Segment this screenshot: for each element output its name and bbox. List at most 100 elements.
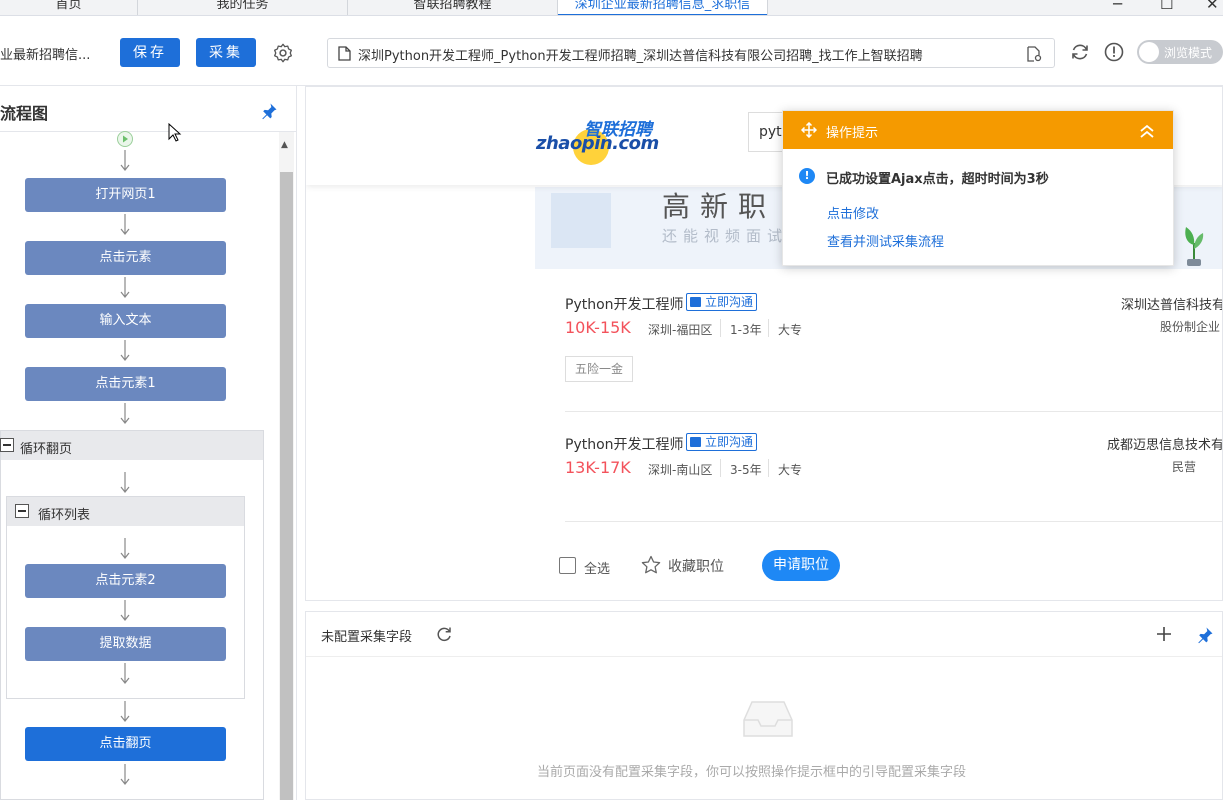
job-salary: 13K-17K (565, 458, 631, 477)
flow-arrow-icon (120, 701, 130, 722)
flow-node-click-element1[interactable]: 点击元素1 (25, 367, 226, 401)
loop-page-label: 循环翻页 (20, 442, 73, 457)
flow-panel-header: 流程图 (0, 86, 296, 132)
banner-heading: 高新职 (662, 190, 777, 223)
collect-button[interactable]: 采集 (196, 38, 256, 67)
start-icon (117, 131, 133, 147)
meta-separator (720, 319, 721, 337)
save-button[interactable]: 保存 (120, 38, 180, 67)
plant-icon (1185, 227, 1204, 266)
toolbar: 业最新招聘信... 保存 采集 深圳Python开发工程师_Python开发工程… (0, 16, 1223, 86)
url-bar[interactable]: 深圳Python开发工程师_Python开发工程师招聘_深圳达普信科技有限公司招… (327, 38, 1055, 68)
info-icon[interactable] (1103, 41, 1125, 63)
flow-arrow-icon (120, 403, 130, 424)
scrollbar-thumb[interactable] (280, 172, 293, 800)
flow-arrow-icon (120, 538, 130, 559)
tab-separator (767, 0, 768, 15)
hint-header[interactable]: 操作提示 (783, 111, 1173, 149)
tab-tutorial[interactable]: 智联招聘教程 (348, 0, 557, 15)
select-all-checkbox[interactable] (559, 557, 576, 574)
zhaopin-logo[interactable]: 智联招聘 zhaopin.com (536, 113, 659, 165)
fields-panel: 未配置采集字段 当前页面没有配置采集字段，你可以按照操作提示框中的引导配置采集字… (305, 611, 1223, 800)
loop-page-header[interactable]: 循环翻页 (0, 431, 263, 460)
fields-panel-header: 未配置采集字段 (306, 612, 1222, 657)
move-icon[interactable] (801, 122, 817, 138)
pin-icon[interactable] (260, 102, 278, 120)
modify-link[interactable]: 点击修改 (827, 203, 879, 222)
collapse-icon[interactable] (0, 438, 14, 452)
scroll-up-arrow[interactable]: ▲ (281, 140, 288, 150)
job-experience: 3-5年 (730, 463, 762, 477)
test-flow-link[interactable]: 查看并测试采集流程 (827, 231, 944, 250)
job-title[interactable]: Python开发工程师 (565, 294, 684, 314)
meta-separator (768, 459, 769, 477)
tab-bar: 首页 我的任务 智联招聘教程 深圳企业最新招聘信息_求职信 ─ ☐ ✕ (0, 0, 1223, 16)
company-type: 股份制企业 (1160, 320, 1221, 334)
task-title: 业最新招聘信... (0, 48, 91, 63)
toggle-knob (1139, 42, 1159, 62)
info-icon: ! (799, 168, 815, 184)
flow-arrow-icon (120, 663, 130, 684)
flow-arrow-icon (120, 214, 130, 235)
company-type: 民营 (1172, 460, 1197, 474)
meta-separator (720, 459, 721, 477)
pin-icon[interactable] (1196, 626, 1214, 644)
empty-message: 当前页面没有配置采集字段，你可以按照操作提示框中的引导配置采集字段 (537, 765, 967, 780)
chat-now-button[interactable]: 立即沟通 (686, 293, 758, 311)
job-experience: 1-3年 (730, 323, 762, 337)
flow-node-input-text[interactable]: 输入文本 (25, 304, 226, 338)
job-location: 深圳-南山区 (648, 463, 713, 477)
loop-list-label: 循环列表 (38, 508, 91, 523)
flow-panel: 流程图 ▲ 打开网页1 点击元素 输入文本 点击元素1 循环翻页 循环列表 点击… (0, 86, 297, 800)
page-left-blank (306, 185, 535, 600)
apply-button[interactable]: 申请职位 (762, 550, 840, 581)
operation-hint-popup: 操作提示 ! 已成功设置Ajax点击，超时时间为3秒 点击修改 查看并测试采集流… (782, 110, 1174, 266)
url-text: 深圳Python开发工程师_Python开发工程师招聘_深圳达普信科技有限公司招… (358, 49, 923, 64)
job-salary: 10K-15K (565, 318, 631, 337)
browse-mode-toggle[interactable]: 浏览模式 (1137, 40, 1223, 64)
flow-arrow-icon (120, 600, 130, 621)
flow-arrow-icon (120, 472, 130, 493)
loop-list-header[interactable]: 循环列表 (7, 497, 244, 526)
minimize-icon[interactable]: ─ (1113, 0, 1122, 13)
banner-decoration (551, 193, 611, 248)
page-icon (338, 46, 351, 61)
maximize-icon[interactable]: ☐ (1160, 0, 1173, 13)
select-all-label[interactable]: 全选 (584, 558, 610, 577)
collapse-up-icon[interactable] (1139, 123, 1155, 139)
refresh-icon[interactable] (435, 625, 453, 643)
flow-node-click-element[interactable]: 点击元素 (25, 241, 226, 275)
job-divider (565, 411, 1222, 412)
flow-node-click-next-page[interactable]: 点击翻页 (25, 727, 226, 761)
add-icon[interactable] (1155, 625, 1173, 643)
flow-arrow-icon (120, 150, 130, 171)
flow-node-extract-data[interactable]: 提取数据 (25, 627, 226, 661)
refresh-icon[interactable] (1069, 41, 1091, 63)
chat-now-button[interactable]: 立即沟通 (686, 433, 758, 451)
collapse-icon[interactable] (15, 504, 29, 518)
job-title[interactable]: Python开发工程师 (565, 434, 684, 454)
company-name[interactable]: 成都迈思信息技术有 (1107, 434, 1222, 453)
tab-home[interactable]: 首页 (0, 0, 137, 15)
page-settings-icon[interactable] (1026, 46, 1042, 62)
company-name[interactable]: 深圳达普信科技有 (1121, 294, 1222, 313)
job-card[interactable]: Python开发工程师 立即沟通 10K-15K 深圳-福田区 1-3年 大专 … (565, 293, 1222, 394)
flow-arrow-icon (120, 277, 130, 298)
empty-inbox-icon (743, 701, 793, 737)
chat-now-label: 立即沟通 (705, 435, 754, 449)
flow-node-click-element2[interactable]: 点击元素2 (25, 564, 226, 598)
close-icon[interactable]: ✕ (1206, 0, 1219, 13)
job-card[interactable]: Python开发工程师 立即沟通 13K-17K 深圳-南山区 3-5年 大专 … (565, 433, 1222, 534)
chat-icon (690, 297, 701, 307)
tab-my-tasks[interactable]: 我的任务 (138, 0, 347, 15)
star-icon[interactable] (640, 554, 662, 576)
flow-arrow-icon (120, 764, 130, 785)
tab-current-page[interactable]: 深圳企业最新招聘信息_求职信 (558, 0, 767, 15)
flow-node-open-page[interactable]: 打开网页1 (25, 178, 226, 212)
hint-title: 操作提示 (826, 126, 879, 141)
gear-icon[interactable] (272, 42, 294, 64)
favorite-label[interactable]: 收藏职位 (668, 556, 724, 576)
chat-now-label: 立即沟通 (705, 295, 754, 309)
job-location: 深圳-福田区 (648, 323, 713, 337)
flow-arrow-icon (120, 340, 130, 361)
